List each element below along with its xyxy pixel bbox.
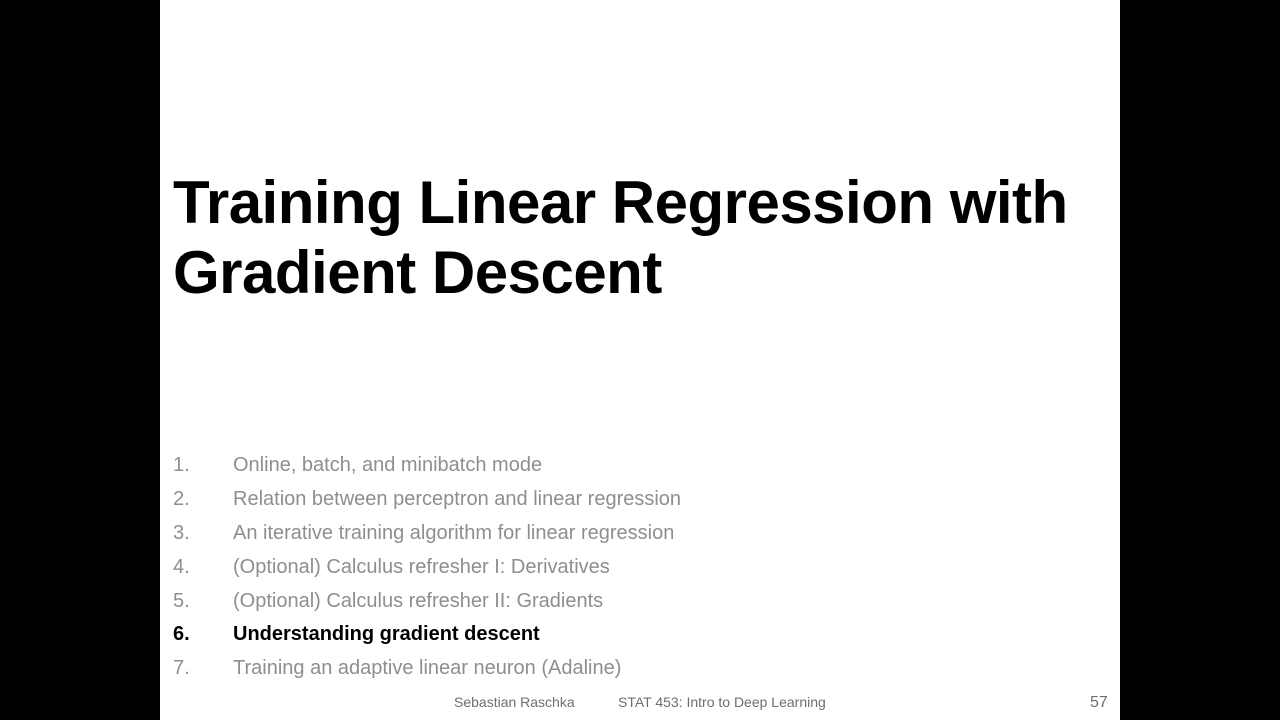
agenda-item: 1. Online, batch, and minibatch mode — [173, 449, 681, 483]
agenda-item: 5. (Optional) Calculus refresher II: Gra… — [173, 584, 681, 618]
agenda-item: 4. (Optional) Calculus refresher I: Deri… — [173, 550, 681, 584]
footer-author: Sebastian Raschka — [454, 694, 575, 710]
agenda-item-number: 4. — [173, 555, 190, 578]
agenda-item-active: 6. Understanding gradient descent — [173, 618, 681, 652]
agenda-list: 1. Online, batch, and minibatch mode 2. … — [173, 449, 681, 686]
agenda-item-number: 7. — [173, 657, 190, 680]
agenda-item: 7. Training an adaptive linear neuron (A… — [173, 652, 681, 686]
agenda-item-number: 6. — [173, 623, 190, 646]
slide: Training Linear Regression with Gradient… — [160, 0, 1120, 720]
footer-course: STAT 453: Intro to Deep Learning — [618, 694, 826, 710]
slide-title: Training Linear Regression with Gradient… — [173, 169, 1068, 306]
agenda-item-text: Understanding gradient descent — [233, 623, 540, 646]
agenda-item-number: 1. — [173, 454, 190, 477]
agenda-item-text: (Optional) Calculus refresher I: Derivat… — [233, 555, 610, 578]
agenda-item-number: 2. — [173, 488, 190, 511]
agenda-item-text: (Optional) Calculus refresher II: Gradie… — [233, 589, 604, 612]
page-number: 57 — [1090, 694, 1108, 711]
agenda-item-number: 3. — [173, 521, 190, 544]
agenda-item: 3. An iterative training algorithm for l… — [173, 517, 681, 551]
agenda-item-text: Training an adaptive linear neuron (Adal… — [233, 657, 622, 680]
agenda-item-number: 5. — [173, 589, 190, 612]
agenda-item: 2. Relation between perceptron and linea… — [173, 483, 681, 517]
agenda-item-text: An iterative training algorithm for line… — [233, 521, 675, 544]
agenda-item-text: Online, batch, and minibatch mode — [233, 454, 543, 477]
agenda-item-text: Relation between perceptron and linear r… — [233, 488, 682, 511]
